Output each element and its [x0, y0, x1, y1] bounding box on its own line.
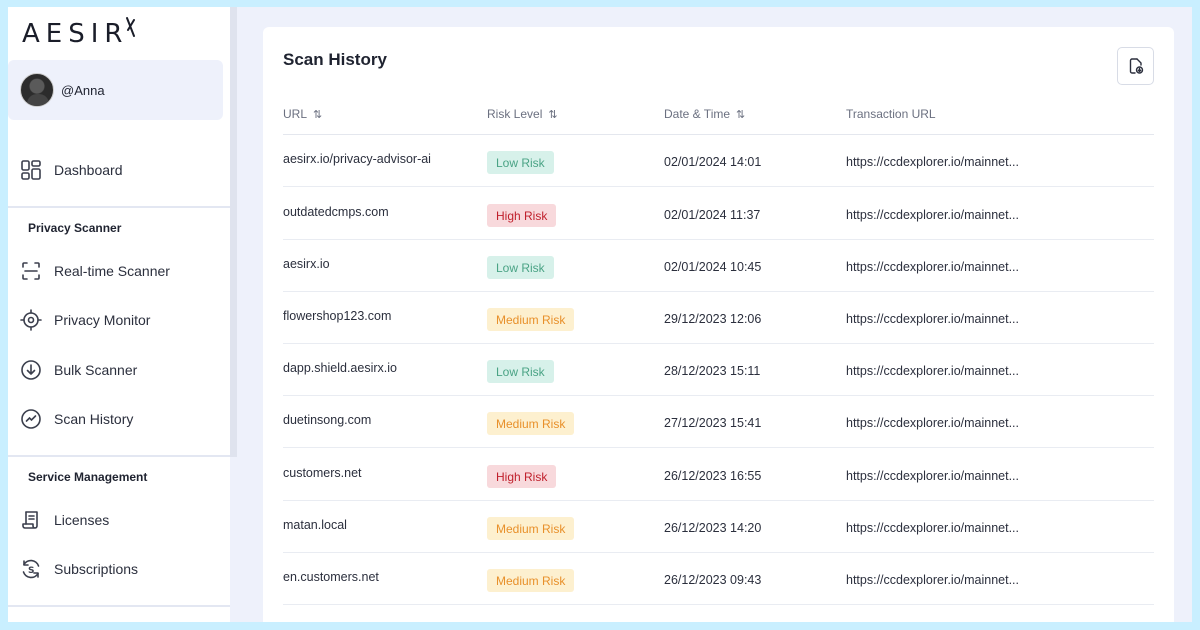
- subscription-icon: S: [20, 558, 42, 580]
- section-title-service-management: Service Management: [28, 470, 148, 484]
- logo-text: AESIR: [22, 19, 129, 49]
- sidebar-item-licenses[interactable]: Licenses: [20, 507, 109, 533]
- avatar: [20, 73, 54, 107]
- row-transaction-url[interactable]: https://ccdexplorer.io/mainnet...: [846, 260, 1019, 274]
- scan-icon: [20, 260, 42, 282]
- row-url[interactable]: duetinsong.com: [283, 413, 371, 427]
- logo-mark-icon: [126, 17, 136, 37]
- column-header-risk-level[interactable]: Risk Level ⇅: [487, 107, 558, 121]
- sidebar-item-dashboard[interactable]: Dashboard: [20, 157, 123, 183]
- sidebar-scrollbar[interactable]: [230, 7, 237, 457]
- row-date-time: 29/12/2023 12:06: [664, 312, 762, 326]
- risk-badge: Low Risk: [487, 360, 554, 383]
- sidebar-item-privacy-monitor[interactable]: Privacy Monitor: [20, 307, 150, 333]
- column-header-label: Transaction URL: [846, 107, 936, 121]
- column-header-url[interactable]: URL ⇅: [283, 107, 322, 121]
- column-header-label: URL: [283, 107, 308, 121]
- risk-badge: Medium Risk: [487, 517, 575, 540]
- sidebar-item-label: Real-time Scanner: [54, 263, 170, 279]
- sidebar-item-label: Subscriptions: [54, 561, 139, 577]
- column-header-transaction-url: Transaction URL: [846, 107, 936, 121]
- scan-history-card: Scan History URL ⇅ Risk Level ⇅ Date & T…: [263, 27, 1174, 622]
- risk-badge: Medium Risk: [487, 308, 575, 331]
- column-header-label: Date & Time: [664, 107, 731, 121]
- sidebar-item-label: Bulk Scanner: [54, 362, 138, 378]
- risk-badge: High Risk: [487, 465, 557, 488]
- divider: [8, 455, 230, 457]
- target-icon: [20, 309, 42, 331]
- table-row[interactable]: aesirx.io Low Risk 02/01/2024 10:45 https:/…: [283, 240, 1154, 292]
- row-url[interactable]: aesirx.io/privacy-advisor-ai: [283, 152, 431, 166]
- app-frame: AESIR @Anna Dashboard Privacy Scanner Re…: [8, 7, 1192, 622]
- risk-badge: Medium Risk: [487, 412, 575, 435]
- table-row[interactable]: matan.local Medium Risk 26/12/2023 14:20 ht…: [283, 501, 1154, 553]
- sort-icon: ⇅: [313, 108, 323, 121]
- page-title: Scan History: [283, 50, 387, 69]
- row-date-time: 02/01/2024 11:37: [664, 208, 761, 222]
- sort-icon: ⇅: [548, 108, 558, 121]
- sidebar-item-realtime-scanner[interactable]: Real-time Scanner: [20, 258, 170, 284]
- divider: [8, 206, 230, 208]
- risk-badge: Low Risk: [487, 256, 554, 279]
- section-title-privacy-scanner: Privacy Scanner: [28, 221, 122, 235]
- row-transaction-url[interactable]: https://ccdexplorer.io/mainnet...: [846, 208, 1019, 222]
- license-icon: [20, 509, 42, 531]
- row-url[interactable]: dapp.shield.aesirx.io: [283, 361, 397, 375]
- row-transaction-url[interactable]: https://ccdexplorer.io/mainnet...: [846, 312, 1019, 326]
- row-transaction-url[interactable]: https://ccdexplorer.io/mainnet...: [846, 469, 1019, 483]
- username: @Anna: [61, 82, 105, 98]
- sort-icon: ⇅: [736, 108, 746, 121]
- row-url[interactable]: matan.local: [283, 518, 347, 532]
- table-row[interactable]: aesirx.io/privacy-advisor-ai Low Risk 02/0…: [283, 135, 1154, 187]
- row-url[interactable]: flowershop123.com: [283, 309, 391, 323]
- column-header-label: Risk Level: [487, 107, 543, 121]
- sidebar-item-bulk-scanner[interactable]: Bulk Scanner: [20, 357, 137, 383]
- table-row[interactable]: en.customers.net Medium Risk 26/12/2023 09…: [283, 553, 1154, 605]
- table-row[interactable]: duetinsong.com Medium Risk 27/12/2023 15:4…: [283, 396, 1154, 448]
- logo[interactable]: AESIR: [22, 17, 138, 49]
- user-profile[interactable]: @Anna: [8, 60, 223, 120]
- sidebar: AESIR @Anna Dashboard Privacy Scanner Re…: [8, 7, 230, 622]
- risk-badge: Low Risk: [487, 151, 554, 174]
- sidebar-item-label: Scan History: [54, 411, 134, 427]
- row-url[interactable]: en.customers.net: [283, 570, 379, 584]
- row-transaction-url[interactable]: https://ccdexplorer.io/mainnet...: [846, 155, 1019, 169]
- row-date-time: 27/12/2023 15:41: [664, 416, 762, 430]
- row-date-time: 02/01/2024 14:01: [664, 155, 762, 169]
- row-url[interactable]: aesirx.io: [283, 257, 330, 271]
- sidebar-item-label: Licenses: [54, 512, 110, 528]
- row-date-time: 02/01/2024 10:45: [664, 260, 762, 274]
- row-transaction-url[interactable]: https://ccdexplorer.io/mainnet...: [846, 416, 1019, 430]
- row-transaction-url[interactable]: https://ccdexplorer.io/mainnet...: [846, 521, 1019, 535]
- risk-badge: Medium Risk: [487, 569, 575, 592]
- download-circle-icon: [20, 359, 42, 381]
- sidebar-item-scan-history[interactable]: Scan History: [20, 406, 133, 432]
- sidebar-item-label: Privacy Monitor: [54, 312, 151, 328]
- column-header-date-time[interactable]: Date & Time ⇅: [664, 107, 745, 121]
- table-row[interactable]: dapp.shield.aesirx.io Low Risk 28/12/2023 …: [283, 344, 1154, 396]
- export-button[interactable]: [1117, 47, 1154, 85]
- history-icon: [20, 408, 42, 430]
- row-date-time: 26/12/2023 09:43: [664, 573, 762, 587]
- export-file-icon: [1129, 58, 1143, 74]
- row-transaction-url[interactable]: https://ccdexplorer.io/mainnet...: [846, 364, 1019, 378]
- row-date-time: 26/12/2023 16:55: [664, 469, 762, 483]
- table-row[interactable]: customers.net High Risk 26/12/2023 16:55 ht…: [283, 449, 1154, 501]
- svg-text:S: S: [28, 566, 34, 576]
- risk-badge: High Risk: [487, 204, 557, 227]
- sidebar-item-label: Dashboard: [54, 162, 123, 178]
- row-transaction-url[interactable]: https://ccdexplorer.io/mainnet...: [846, 573, 1019, 587]
- row-date-time: 26/12/2023 14:20: [664, 521, 762, 535]
- row-date-time: 28/12/2023 15:11: [664, 364, 761, 378]
- divider: [8, 605, 230, 607]
- sidebar-item-subscriptions[interactable]: S Subscriptions: [20, 556, 138, 582]
- row-url[interactable]: customers.net: [283, 466, 362, 480]
- row-url[interactable]: outdatedcmps.com: [283, 205, 389, 219]
- table-row[interactable]: flowershop123.com Medium Risk 29/12/2023 1…: [283, 292, 1154, 344]
- table-row[interactable]: outdatedcmps.com High Risk 02/01/2024 11:3…: [283, 188, 1154, 240]
- dashboard-icon: [20, 159, 42, 181]
